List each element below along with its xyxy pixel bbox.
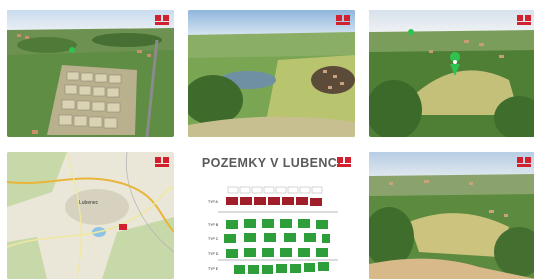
plan-row-label: TYP B <box>208 223 219 227</box>
plot-plan-image <box>218 186 338 274</box>
gallery-map[interactable]: Lubenec <box>7 152 174 279</box>
gallery-photo-3[interactable] <box>369 10 534 137</box>
gallery-photo-4[interactable] <box>369 152 534 279</box>
plan-row-label: TYP A <box>208 200 218 204</box>
aerial-meadow-image <box>369 10 534 137</box>
remax-balloon-icon <box>336 15 350 25</box>
aerial-hillside-image <box>369 152 534 279</box>
aerial-pond-image <box>188 10 355 137</box>
plan-row-label: TYP C <box>208 237 219 241</box>
remax-balloon-icon <box>517 15 531 25</box>
gallery-photo-1[interactable] <box>7 10 174 137</box>
map-town-label: Lubenec <box>79 200 99 206</box>
plan-row-label: TYP E <box>208 267 219 271</box>
remax-balloon-icon <box>155 15 169 25</box>
gallery-photo-2[interactable] <box>188 10 355 137</box>
remax-balloon-icon <box>337 157 351 167</box>
remax-balloon-icon <box>517 157 531 167</box>
remax-balloon-icon <box>155 157 169 167</box>
plan-row-label: TYP D <box>208 252 219 256</box>
gallery-plan[interactable]: POZEMKY V LUBENCI TYP A TYP B TYP C TYP … <box>188 152 355 279</box>
location-map-image <box>7 152 174 279</box>
aerial-subdivision-image <box>7 10 174 137</box>
